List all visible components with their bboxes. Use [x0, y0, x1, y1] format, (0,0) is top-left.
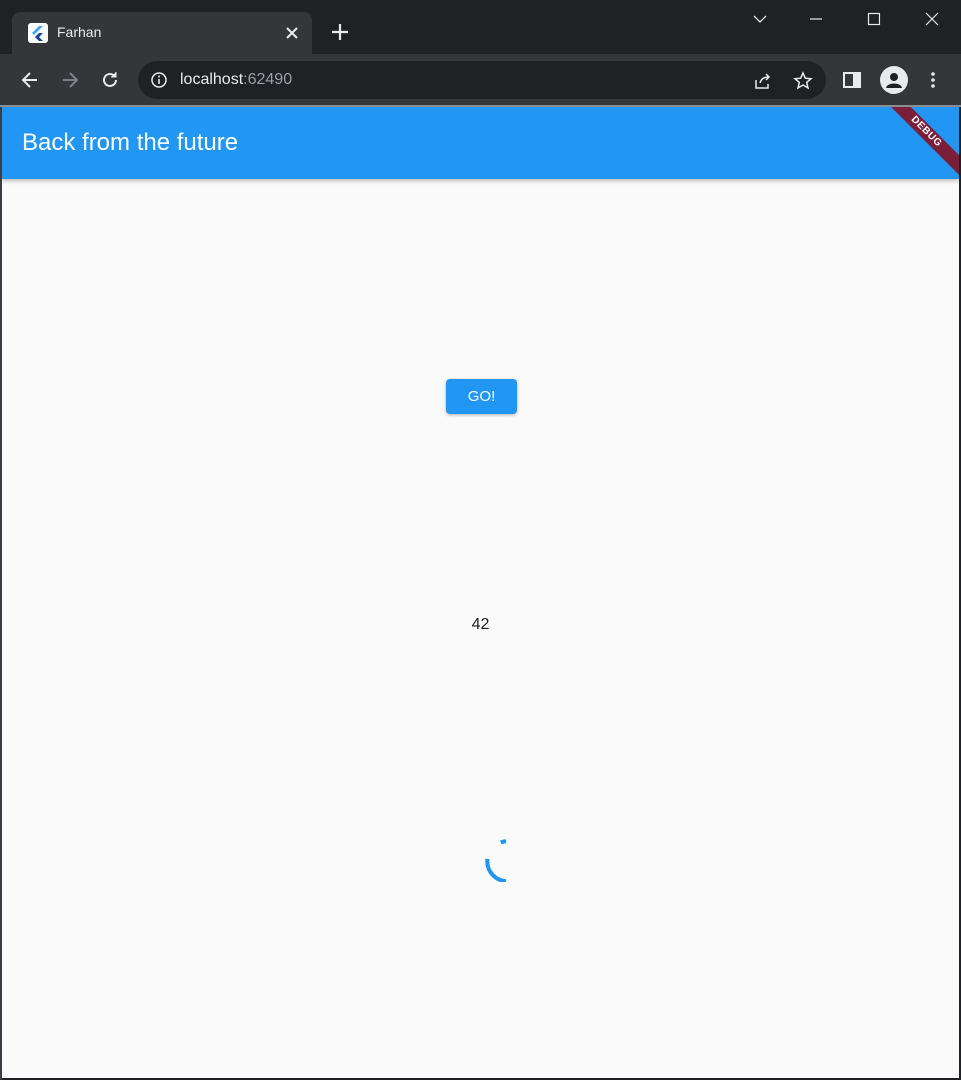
forward-arrow-icon[interactable] — [56, 66, 84, 94]
maximize-icon[interactable] — [859, 4, 889, 34]
kebab-menu-icon[interactable] — [919, 66, 947, 94]
page-title: Back from the future — [22, 129, 239, 156]
browser-tab[interactable]: Farhan — [12, 12, 312, 54]
plus-icon[interactable] — [326, 18, 354, 46]
browser-toolbar: localhost:62490 — [0, 54, 961, 106]
app-bar: Back from the future DEBUG — [2, 107, 959, 183]
reload-icon[interactable] — [96, 66, 124, 94]
address-bar[interactable]: localhost:62490 — [138, 61, 826, 99]
url-text: localhost:62490 — [180, 71, 292, 89]
flutter-favicon-icon — [28, 23, 48, 43]
debug-banner: DEBUG — [875, 107, 959, 183]
go-button[interactable]: GO! — [446, 379, 517, 414]
url-host: localhost — [180, 71, 244, 88]
back-arrow-icon[interactable] — [16, 66, 44, 94]
app-viewport: Back from the future DEBUG GO! 42 — [2, 107, 959, 1078]
window-close-icon[interactable] — [917, 4, 947, 34]
tab-title: Farhan — [57, 24, 102, 40]
side-panel-icon[interactable] — [838, 66, 866, 94]
profile-avatar-icon[interactable] — [880, 66, 908, 94]
minimize-icon[interactable] — [801, 4, 831, 34]
result-value: 42 — [471, 616, 490, 633]
star-icon[interactable] — [792, 70, 814, 92]
url-port: :62490 — [243, 71, 293, 88]
share-icon[interactable] — [752, 70, 774, 92]
chevron-down-icon[interactable] — [745, 4, 775, 34]
info-icon[interactable] — [150, 71, 168, 89]
tab-strip: Farhan — [0, 0, 961, 54]
loading-spinner-icon — [456, 832, 530, 884]
browser-window: Farhan localhost:62490 Back from the fut… — [0, 0, 961, 1080]
close-icon[interactable] — [282, 23, 302, 43]
